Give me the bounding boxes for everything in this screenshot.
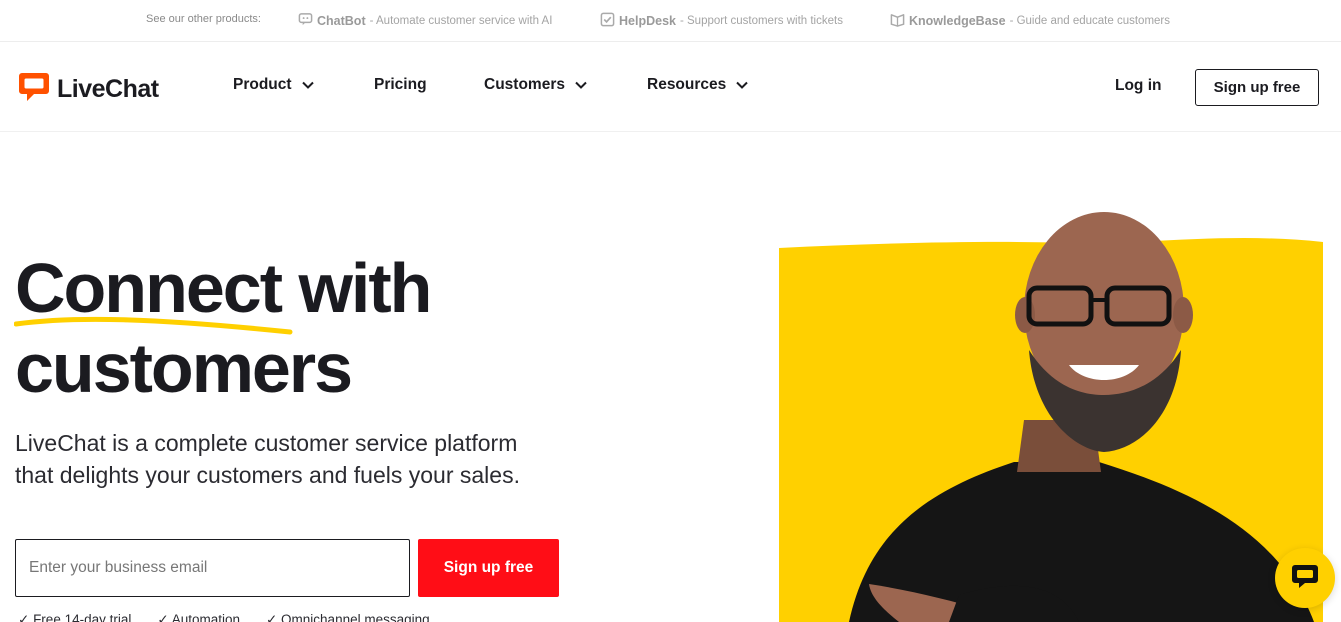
- feature-label: Automation: [171, 612, 240, 622]
- hero-photo: [779, 212, 1323, 622]
- product-name: ChatBot: [317, 14, 366, 28]
- product-link-chatbot[interactable]: ChatBot - Automate customer service with…: [298, 12, 552, 30]
- headline-underline-decoration: [14, 316, 293, 335]
- chevron-down-icon: [301, 76, 314, 94]
- chat-widget-button[interactable]: [1275, 548, 1335, 608]
- product-desc: - Support customers with tickets: [679, 15, 843, 27]
- hero-subtext: LiveChat is a complete customer service …: [15, 430, 520, 488]
- product-desc: - Guide and educate customers: [1009, 15, 1171, 27]
- product-link-helpdesk[interactable]: HelpDesk - Support customers with ticket…: [600, 12, 843, 30]
- feature-item: ✓ Omnichannel messaging: [266, 612, 430, 622]
- chevron-down-icon: [575, 76, 587, 94]
- feature-item: ✓ Automation: [157, 612, 240, 622]
- nav-item-pricing[interactable]: Pricing: [374, 76, 427, 94]
- headline-line-2: customers: [15, 329, 353, 407]
- nav-item-customers[interactable]: Customers: [484, 76, 587, 94]
- nav-item-product[interactable]: Product: [233, 76, 314, 94]
- livechat-logo-icon: [17, 70, 51, 109]
- product-desc: - Automate customer service with AI: [369, 15, 553, 27]
- feature-list: ✓ Free 14-day trial ✓ Automation ✓ Omnic…: [18, 612, 430, 622]
- nav-item-resources[interactable]: Resources: [647, 76, 748, 94]
- nav-item-label: Product: [233, 76, 292, 93]
- nav-item-label: Customers: [484, 76, 565, 93]
- main-nav: LiveChat Product Pricing Customers Resou…: [0, 42, 1341, 132]
- signup-button-nav[interactable]: Sign up free: [1195, 69, 1319, 106]
- feature-label: Omnichannel messaging: [281, 612, 430, 622]
- see-other-products-label: See our other products:: [146, 13, 261, 25]
- feature-label: Free 14-day trial: [33, 612, 132, 622]
- chevron-down-icon: [736, 76, 748, 94]
- product-link-knowledgebase[interactable]: KnowledgeBase - Guide and educate custom…: [890, 12, 1170, 30]
- knowledgebase-icon: [890, 12, 905, 30]
- nav-item-label: Resources: [647, 76, 727, 93]
- nav-item-label: Pricing: [374, 76, 427, 93]
- product-name: HelpDesk: [619, 14, 676, 28]
- email-field[interactable]: [15, 539, 410, 597]
- logo-wordmark: LiveChat: [57, 75, 159, 103]
- livechat-logo[interactable]: LiveChat: [17, 70, 159, 109]
- chat-icon: [1289, 560, 1321, 597]
- helpdesk-icon: [600, 12, 615, 30]
- chatbot-icon: [298, 12, 313, 30]
- products-bar: See our other products: ChatBot - Automa…: [0, 0, 1341, 42]
- product-name: KnowledgeBase: [909, 14, 1006, 28]
- feature-item: ✓ Free 14-day trial: [18, 612, 131, 622]
- login-link[interactable]: Log in: [1115, 77, 1162, 95]
- signup-button-hero[interactable]: Sign up free: [418, 539, 559, 597]
